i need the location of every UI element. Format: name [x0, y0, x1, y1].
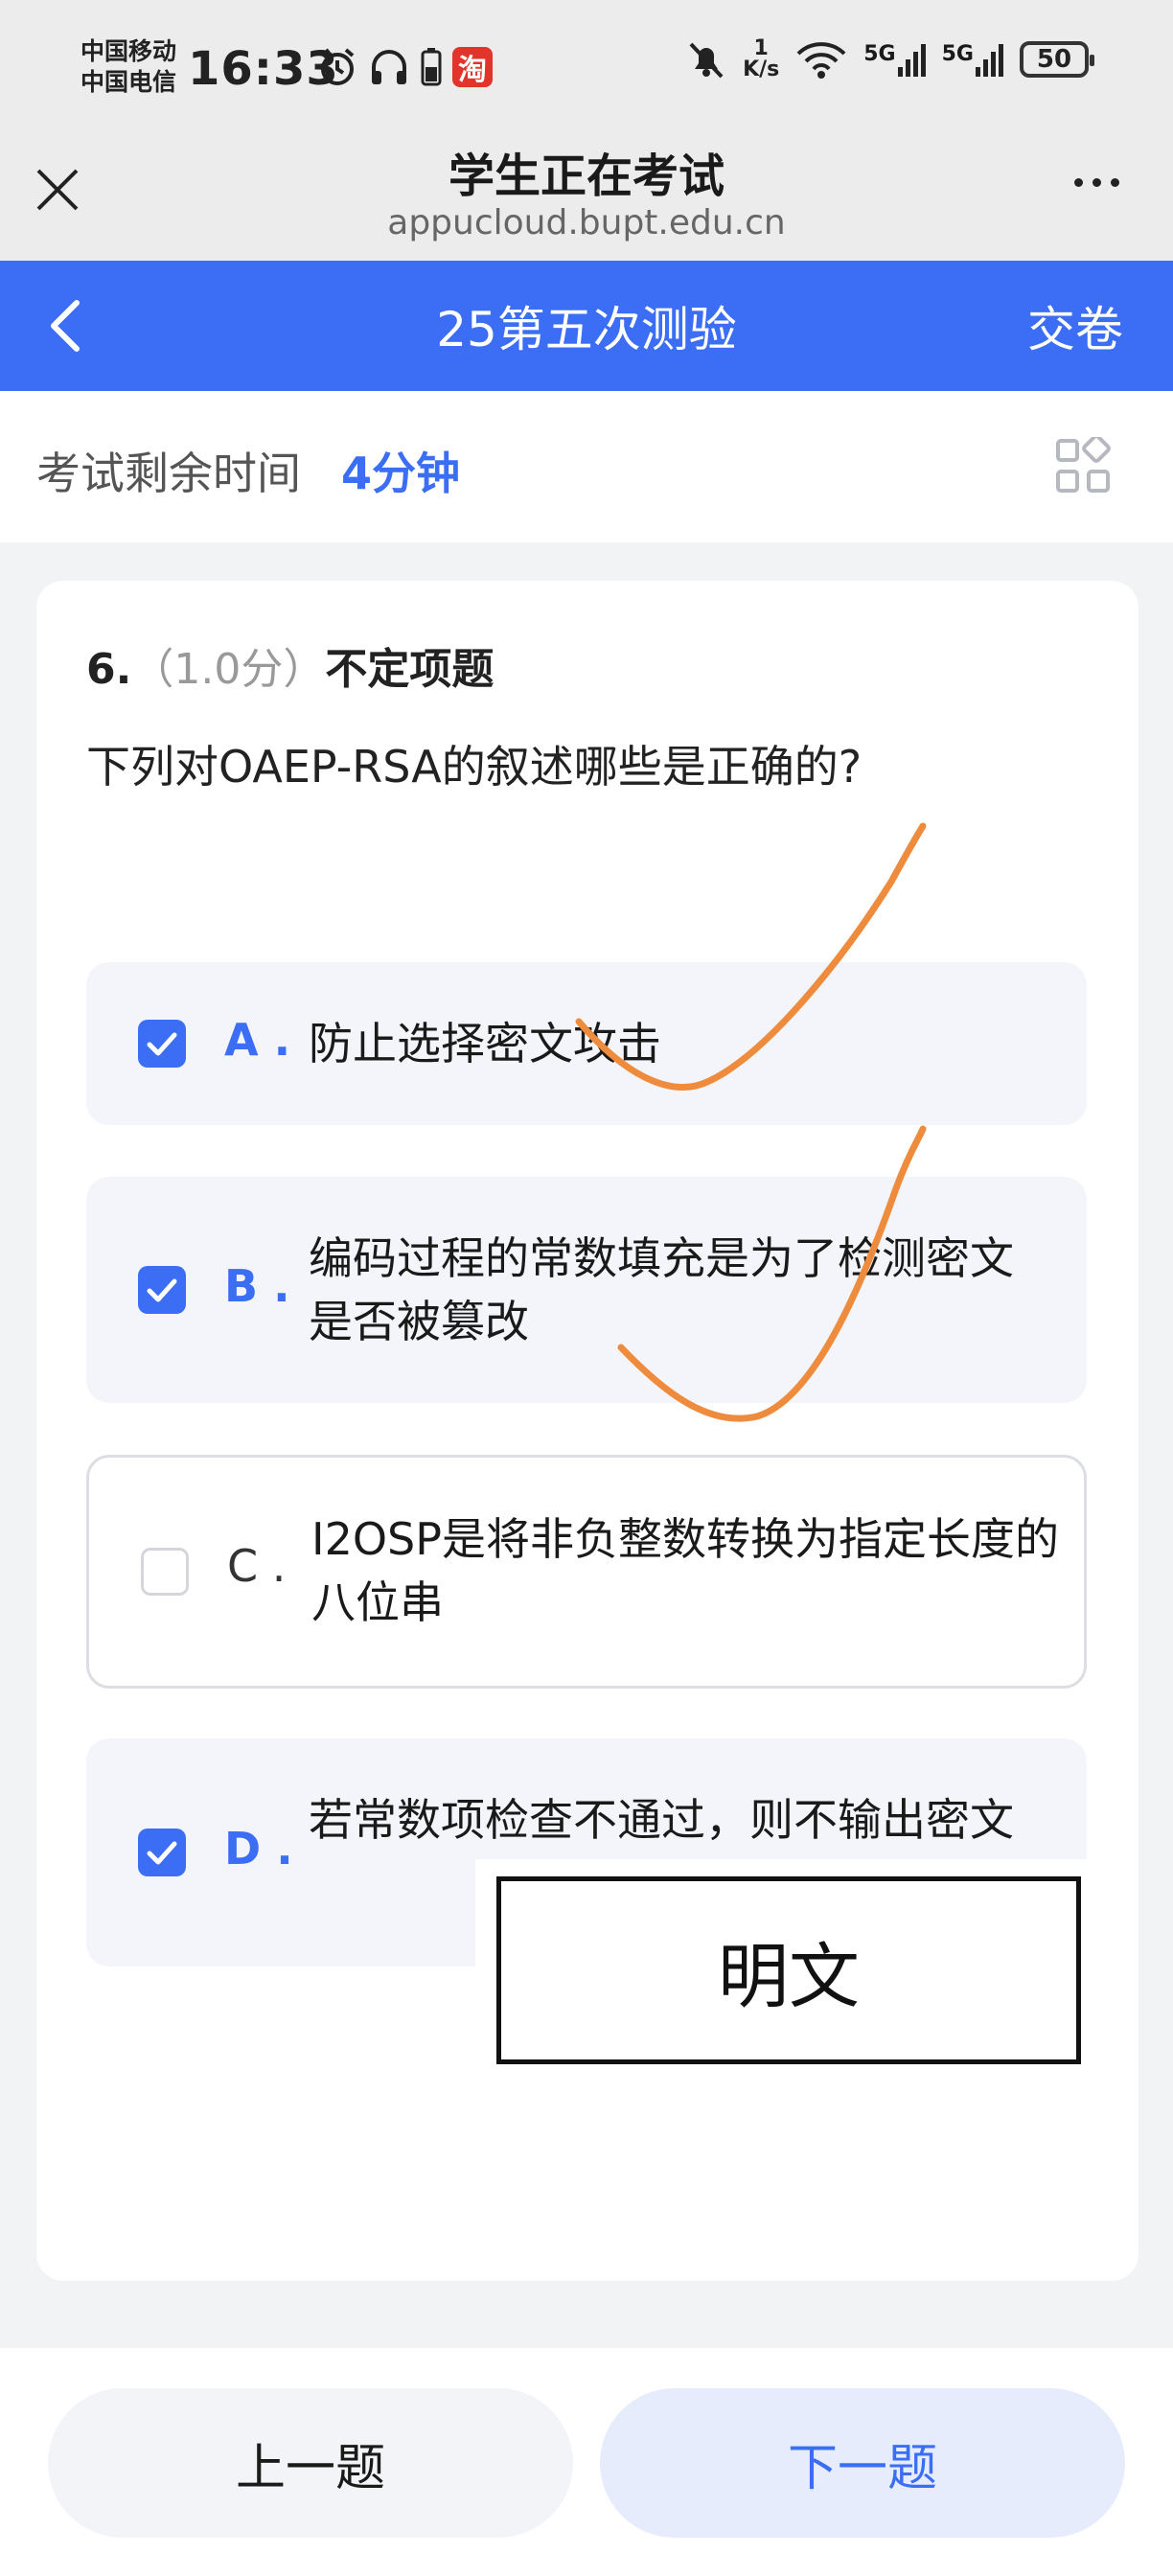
signal-icon — [897, 44, 926, 77]
net-speed-value: 1 — [753, 36, 769, 60]
option-b[interactable]: B . 编码过程的常数填充是为了检测密文是否被篡改 — [86, 1177, 1087, 1403]
checkbox-checked-icon[interactable] — [138, 1828, 186, 1876]
checkbox-checked-icon[interactable] — [138, 1020, 186, 1068]
battery-icon: 50 — [1020, 41, 1094, 78]
carrier-2: 中国电信 — [80, 68, 177, 96]
signal-icon — [976, 44, 1003, 77]
question-text: 下列对OAEP-RSA的叙述哪些是正确的? — [86, 741, 862, 793]
option-letter: D . — [224, 1823, 293, 1874]
option-letter: B . — [224, 1260, 290, 1312]
page-title: 25第五次测验 — [436, 302, 737, 357]
signal-2-label: 5G — [941, 42, 974, 66]
submit-exam-button[interactable]: 交卷 — [1027, 291, 1123, 360]
status-icons-right: 1 K/s 5G 5G 50 — [685, 38, 1094, 80]
checkbox-unchecked-icon[interactable] — [141, 1548, 189, 1596]
option-text: 编码过程的常数填充是为了检测密文是否被篡改 — [309, 1232, 1014, 1347]
carrier-labels: 中国移动 中国电信 — [80, 36, 176, 98]
option-text: 防止选择密文攻击 — [309, 1018, 661, 1070]
option-text: 若常数项检查不通过，则不输出密文 — [309, 1794, 1014, 1846]
wifi-icon — [796, 42, 846, 79]
carrier-1: 中国移动 — [80, 37, 177, 65]
battery-level: 50 — [1036, 45, 1072, 74]
battery-small-icon — [421, 48, 442, 86]
headphones-icon — [372, 50, 406, 84]
question-score: （1.0分） — [131, 645, 326, 694]
time-remaining-label: 考试剩余时间 — [36, 448, 301, 499]
question-header: 6.（1.0分）不定项题 — [86, 634, 494, 696]
net-speed: 1 K/s — [743, 38, 779, 80]
checkbox-checked-icon[interactable] — [138, 1266, 186, 1314]
option-letter: A . — [224, 1014, 291, 1066]
net-speed-unit: K/s — [743, 58, 780, 81]
alarm-icon — [320, 48, 355, 85]
question-grid-icon[interactable] — [1054, 437, 1112, 494]
option-letter: C . — [227, 1540, 287, 1592]
option-c[interactable]: C . I2OSP是将非负整数转换为指定长度的八位串 — [86, 1455, 1087, 1689]
signal-5g-2: 5G — [942, 42, 1004, 77]
taobao-icon: 淘 — [452, 47, 493, 87]
more-menu-icon[interactable] — [1074, 178, 1119, 187]
option-text: I2OSP是将非负整数转换为指定长度的八位串 — [311, 1513, 1059, 1628]
time-remaining-value: 4分钟 — [341, 448, 461, 499]
prev-question-button[interactable]: 上一题 — [48, 2388, 573, 2538]
signal-5g-1: 5G — [863, 42, 926, 77]
browser-url: appucloud.bupt.edu.cn — [387, 203, 786, 242]
option-a[interactable]: A . 防止选择密文攻击 — [86, 962, 1087, 1125]
question-number: 6. — [86, 645, 132, 694]
annotation-box: 明文 — [496, 1876, 1081, 2064]
question-type: 不定项题 — [325, 645, 494, 694]
next-question-button[interactable]: 下一题 — [600, 2388, 1125, 2538]
signal-1-label: 5G — [863, 42, 896, 66]
browser-title: 学生正在考试 — [448, 150, 724, 203]
status-icons-left: 淘 — [316, 46, 493, 88]
mute-icon — [689, 42, 724, 79]
